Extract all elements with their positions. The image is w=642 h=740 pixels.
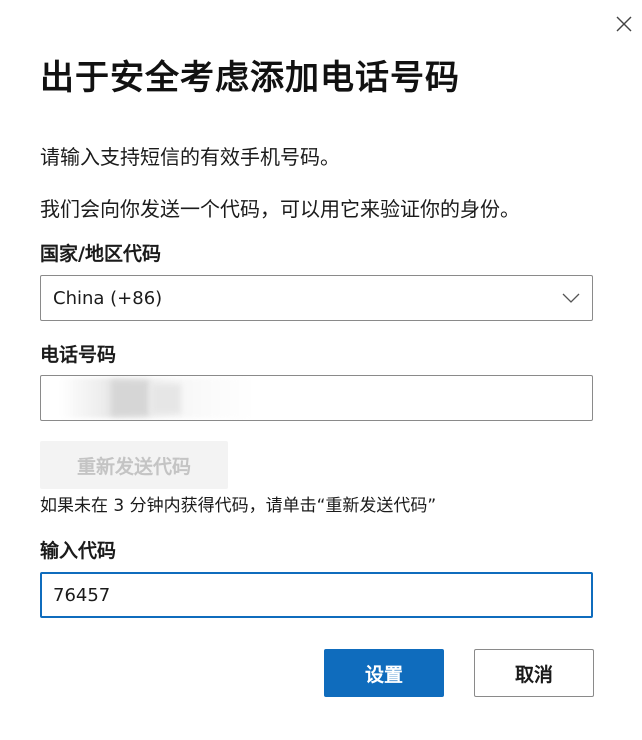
dialog-title: 出于安全考虑添加电话号码 (40, 58, 460, 98)
resend-code-button[interactable]: 重新发送代码 (40, 441, 228, 489)
close-icon (616, 16, 632, 32)
description-line-1: 请输入支持短信的有效手机号码。 (40, 145, 340, 169)
description-line-2: 我们会向你发送一个代码，可以用它来验证你的身份。 (40, 197, 520, 221)
code-input-value: 76457 (53, 584, 111, 606)
close-button[interactable] (610, 10, 638, 38)
chevron-down-icon (562, 293, 580, 303)
redacted-phone-value (41, 376, 592, 420)
phone-label: 电话号码 (40, 344, 117, 366)
submit-button[interactable]: 设置 (324, 649, 444, 697)
code-input[interactable]: 76457 (40, 572, 593, 618)
cancel-button[interactable]: 取消 (474, 649, 594, 697)
phone-input[interactable] (40, 375, 593, 421)
country-select[interactable]: China (+86) (40, 275, 593, 321)
add-phone-dialog: 出于安全考虑添加电话号码 请输入支持短信的有效手机号码。 我们会向你发送一个代码… (0, 0, 642, 740)
code-label: 输入代码 (40, 540, 117, 562)
resend-hint: 如果未在 3 分钟内获得代码，请单击“重新发送代码” (40, 496, 437, 516)
country-label: 国家/地区代码 (40, 243, 161, 265)
country-select-value: China (+86) (53, 287, 163, 309)
